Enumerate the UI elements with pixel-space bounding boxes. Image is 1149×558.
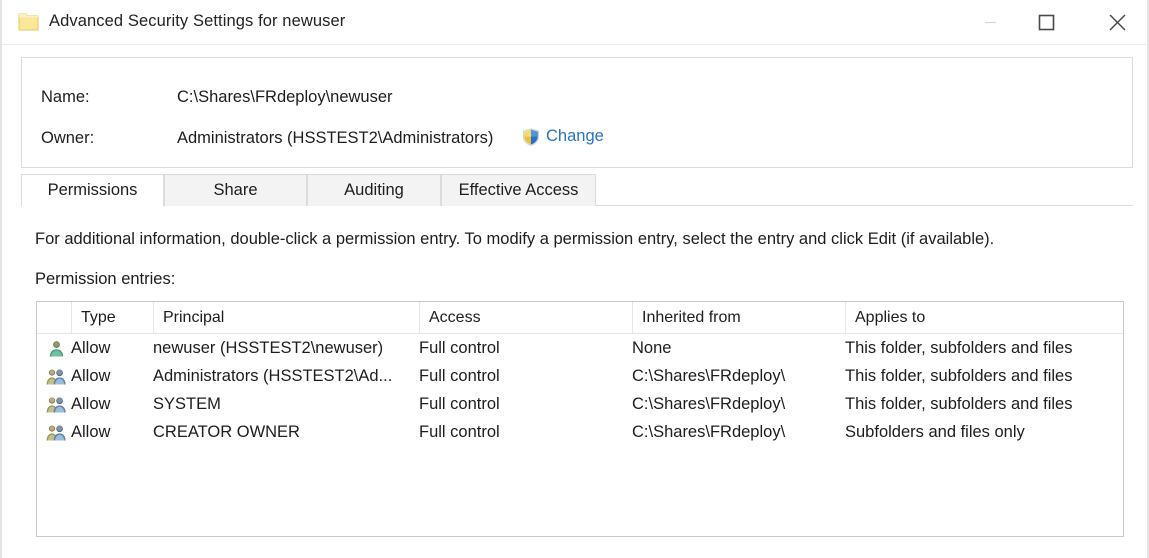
cell-inherited-from: C:\Shares\FRdeploy\	[632, 422, 786, 441]
column-header-access[interactable]: Access	[419, 302, 632, 333]
window-title: Advanced Security Settings for newuser	[49, 12, 346, 30]
tab-permissions[interactable]: Permissions	[21, 174, 164, 207]
table-row[interactable]: Allow newuser (HSSTEST2\newuser) Full cont…	[37, 334, 1123, 362]
info-text: For additional information, double-click…	[35, 230, 995, 248]
tab-label: Auditing	[344, 181, 404, 199]
tab-label: Effective Access	[458, 181, 579, 199]
table-row[interactable]: Allow Administrators (HSSTEST2\Ad... Full …	[37, 362, 1123, 390]
table-row[interactable]: Allow CREATOR OWNER Full control C:\Shares\…	[37, 418, 1123, 446]
uac-shield-icon	[522, 127, 540, 146]
cell-applies-to: Subfolders and files only	[845, 422, 1025, 441]
column-header-type[interactable]: Type	[71, 302, 153, 333]
object-info-panel: Name: C:\Shares\FRdeploy\newuser Owner: …	[21, 57, 1133, 168]
folder-icon	[18, 12, 39, 31]
name-row: Name: C:\Shares\FRdeploy\newuser	[22, 88, 1132, 110]
single-user-icon	[43, 334, 69, 362]
cell-principal: Administrators (HSSTEST2\Ad...	[153, 366, 393, 385]
column-header-inherited-from[interactable]: Inherited from	[632, 302, 845, 333]
tab-share[interactable]: Share	[164, 174, 307, 206]
owner-label: Owner:	[41, 129, 95, 147]
list-rows: Allow newuser (HSSTEST2\newuser) Full cont…	[37, 334, 1123, 446]
maximize-button[interactable]	[1023, 0, 1069, 44]
cell-applies-to: This folder, subfolders and files	[845, 394, 1073, 413]
cell-applies-to: This folder, subfolders and files	[845, 338, 1073, 357]
column-header-principal[interactable]: Principal	[153, 302, 419, 333]
cell-access: Full control	[419, 394, 500, 413]
cell-principal: newuser (HSSTEST2\newuser)	[153, 338, 384, 357]
cell-type: Allow	[71, 422, 111, 441]
tab-effective-access[interactable]: Effective Access	[441, 174, 596, 206]
name-label: Name:	[41, 88, 90, 106]
owner-value: Administrators (HSSTEST2\Administrators)	[177, 129, 494, 147]
cell-applies-to: This folder, subfolders and files	[845, 366, 1073, 385]
permission-entries-label: Permission entries:	[35, 270, 176, 288]
advanced-security-settings-window: Advanced Security Settings for newuser N…	[0, 0, 1149, 558]
name-value: C:\Shares\FRdeploy\newuser	[177, 88, 393, 106]
user-group-icon	[43, 362, 69, 390]
cell-principal: CREATOR OWNER	[153, 422, 300, 441]
user-group-icon	[43, 390, 69, 418]
cell-access: Full control	[419, 338, 500, 357]
title-bar: Advanced Security Settings for newuser	[2, 0, 1147, 45]
owner-row: Owner: Administrators (HSSTEST2\Administ…	[22, 127, 1132, 151]
change-owner-button[interactable]: Change	[522, 127, 604, 146]
list-header-row: Type Principal Access Inherited from Applies…	[37, 302, 1123, 334]
cell-principal: SYSTEM	[153, 394, 221, 413]
change-owner-label[interactable]: Change	[546, 127, 604, 146]
cell-inherited-from: C:\Shares\FRdeploy\	[632, 394, 786, 413]
cell-type: Allow	[71, 338, 111, 357]
minimize-button[interactable]	[967, 0, 1013, 44]
cell-type: Allow	[71, 366, 111, 385]
cell-access: Full control	[419, 366, 500, 385]
cell-access: Full control	[419, 422, 500, 441]
cell-inherited-from: C:\Shares\FRdeploy\	[632, 366, 786, 385]
tab-strip: Permissions Share Auditing Effective Access	[21, 174, 1133, 207]
tab-auditing[interactable]: Auditing	[307, 174, 441, 206]
close-button[interactable]	[1094, 0, 1140, 44]
column-header-applies-to[interactable]: Applies to	[845, 302, 1123, 333]
table-row[interactable]: Allow SYSTEM Full control C:\Shares\FRdeplo…	[37, 390, 1123, 418]
user-group-icon	[43, 418, 69, 446]
cell-type: Allow	[71, 394, 111, 413]
permission-entries-list[interactable]: Type Principal Access Inherited from Applies…	[36, 301, 1124, 537]
tab-label: Share	[213, 181, 258, 199]
tab-label: Permissions	[47, 181, 138, 199]
cell-inherited-from: None	[632, 338, 672, 357]
